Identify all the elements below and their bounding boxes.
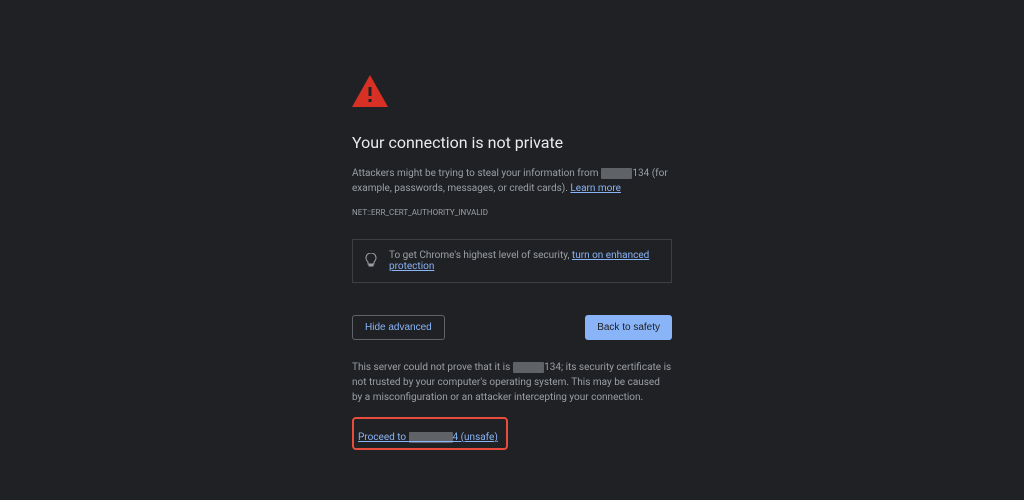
page-title: Your connection is not private [352,133,672,152]
hide-advanced-button[interactable]: Hide advanced [352,315,445,340]
lightbulb-icon [365,252,377,271]
advanced-prefix: This server could not prove that it is [352,362,513,373]
redacted-host-3: XXXXXXX [409,432,453,443]
warning-triangle-icon [352,75,672,111]
button-row: Hide advanced Back to safety [352,315,672,340]
proceed-prefix: Proceed to [358,432,409,443]
back-to-safety-button[interactable]: Back to safety [585,315,672,340]
info-prefix: To get Chrome's highest level of securit… [389,250,572,261]
error-code: NET::ERR_CERT_AUTHORITY_INVALID [352,208,672,217]
redacted-host: XXXXX [601,168,632,179]
redacted-host-2: XXXXX [513,362,544,373]
interstitial-content: Your connection is not private Attackers… [352,75,672,500]
proceed-highlight-annotation: Proceed to XXXXXXX4 (unsafe) [352,417,508,450]
proceed-unsafe-link[interactable]: Proceed to XXXXXXX4 (unsafe) [358,432,498,443]
warning-body: Attackers might be trying to steal your … [352,166,672,196]
body-ip-suffix: 134 [632,168,649,179]
proceed-suffix: (unsafe) [458,432,498,443]
body-prefix: Attackers might be trying to steal your … [352,168,601,179]
info-box-text: To get Chrome's highest level of securit… [389,250,659,272]
enhanced-protection-box: To get Chrome's highest level of securit… [352,239,672,283]
advanced-ip-suffix: 134 [544,362,561,373]
advanced-explanation: This server could not prove that it is X… [352,360,672,405]
learn-more-link[interactable]: Learn more [570,183,621,194]
